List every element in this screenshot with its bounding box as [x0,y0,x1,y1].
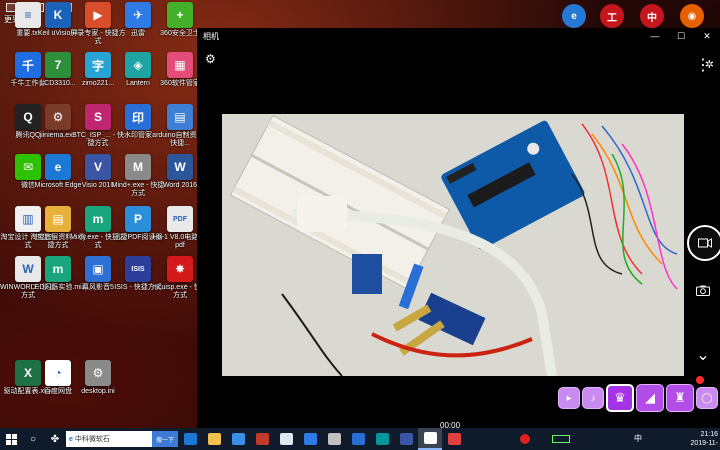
edge-search-icon: e [69,435,73,443]
viewfinder-scene [222,114,684,376]
arduino-taskbar-icon[interactable] [370,428,394,450]
firefox-icon[interactable]: ◉ [680,4,704,28]
watermark-icon: 印 [125,104,151,130]
store-icon[interactable] [226,428,250,450]
mail-icon[interactable] [274,428,298,450]
edge-taskbar-glyph [183,433,197,445]
stc-isp-icon: S [85,104,111,130]
file-explorer-icon[interactable] [202,428,226,450]
close-button[interactable]: ✕ [694,28,720,44]
camera-title: 相机 [203,31,219,41]
sticker-item[interactable]: ◢ [636,384,664,412]
window-controls: — ☐ ✕ [642,28,720,44]
camera-window: 相机 — ☐ ✕ ⚙ ✲ ⋮ ⌄ 00:00 [197,28,720,430]
folder-icon: ▤ [167,104,193,130]
camera-taskbar-glyph [423,432,437,444]
sticker-item[interactable]: ◯ [696,387,718,409]
xunlei-icon: ✈ [125,2,151,28]
visio-icon: V [85,154,111,180]
file-explorer-glyph [207,433,221,445]
search-button[interactable]: 搜一下 [152,431,178,447]
search-input[interactable]: e 中科微软石 [66,431,152,447]
visio-taskbar-glyph [399,433,413,445]
camera-viewfinder [222,114,684,376]
shield-plus-icon: + [167,2,193,28]
mail-glyph [279,433,293,445]
system-clock[interactable]: 21:16 2019-11- [690,430,718,448]
isis-icon: ISIS [125,256,151,282]
zimo-icon: 字 [85,52,111,78]
xunlei-taskbar-glyph [303,433,317,445]
camera-taskbar-icon[interactable] [418,428,442,450]
cortana-button[interactable]: ○ [22,428,44,450]
bank-icon[interactable]: 工 [600,4,624,28]
desktop-icon[interactable]: ⚙ desktop.ini [70,360,126,396]
record-indicator-icon[interactable] [520,434,530,444]
video-record-button[interactable] [687,225,720,261]
video-taskbar-icon[interactable] [442,428,466,450]
gear-exe-icon: ⚙ [45,104,71,130]
xunlei-taskbar-icon[interactable] [298,428,322,450]
search-input-text: 中科微软石 [74,436,110,443]
mindplus-icon: M [125,154,151,180]
pdf-file-icon: PDF [167,206,193,232]
start-button[interactable] [0,428,22,450]
mixly-file-icon: m [45,256,71,282]
pdf-reader-icon: P [125,206,151,232]
sticker-item[interactable]: ♜ [666,384,694,412]
photo-mode-button[interactable] [686,273,720,307]
baidu-taskbar-icon[interactable] [346,428,370,450]
app-glyph [327,433,341,445]
relay-module-image [352,254,382,294]
water-pump-image [297,196,347,232]
clock-date: 2019-11- [690,440,718,447]
ie-icon[interactable]: e [562,4,586,28]
sticker-item[interactable]: ♛ [606,384,634,412]
app-icon[interactable] [250,428,274,450]
windows-logo-icon [5,433,17,445]
folder-icon: ▤ [45,206,71,232]
visio-taskbar-icon[interactable] [394,428,418,450]
mcuisp-icon: ✸ [167,256,193,282]
sticker-item[interactable]: ♪ [582,387,604,409]
app-icon[interactable] [322,428,346,450]
taskbar-apps [178,428,466,450]
mixly-icon: m [85,206,111,232]
sticker-toolbar: ▸ ♪ ♛ ◢ ♜ ◯ [558,376,720,414]
notification-badge [696,376,704,384]
ini-file-icon: ⚙ [85,360,111,386]
minimize-button[interactable]: — [642,28,668,44]
settings-gear-icon[interactable]: ⚙ [205,52,216,66]
store-glyph [231,433,245,445]
bank-icon-2[interactable]: 中 [640,4,664,28]
fan-app-icon[interactable]: ✤ [44,428,66,450]
app-glyph [255,433,269,445]
video-player-icon: ▣ [85,256,111,282]
edge-taskbar-icon[interactable] [178,428,202,450]
edge-icon: e [45,154,71,180]
lcd-tool-icon: 7 [45,52,71,78]
keil-icon: K [45,2,71,28]
clock-time: 21:16 [700,431,718,438]
word-icon: W [167,154,193,180]
desktop-icon-label: desktop.ini [81,388,115,395]
screen-recorder-icon: ▶ [85,2,111,28]
ime-indicator[interactable]: 中 [634,433,642,444]
maximize-button[interactable]: ☐ [668,28,694,44]
camera-icon [696,285,710,296]
lantern-icon: ◈ [125,52,151,78]
sticker-item[interactable]: ▸ [558,387,580,409]
camera-more-icon[interactable]: ⋮ [686,48,720,82]
software-manager-icon: ▦ [167,52,193,78]
battery-icon[interactable] [552,435,570,443]
baidu-netdisk-icon: ◔ [45,360,71,386]
arduino-taskbar-glyph [375,433,389,445]
taskbar: ○ ✤ e 中科微软石 搜一下 21:16 2019-11- 中 [0,428,720,450]
video-camera-icon [698,238,712,248]
baidu-taskbar-glyph [351,433,365,445]
video-taskbar-glyph [447,433,461,445]
chevron-down-icon[interactable]: ⌄ [686,338,720,372]
